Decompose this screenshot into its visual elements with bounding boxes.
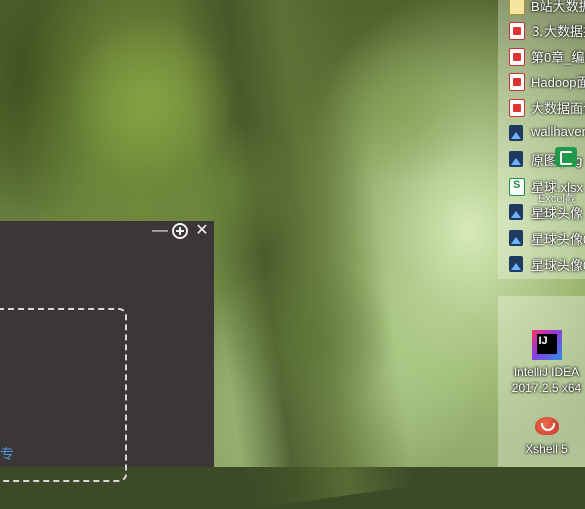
file-item[interactable]: 星球头像0 <box>509 227 585 249</box>
image-icon <box>509 125 523 141</box>
pdf-icon <box>509 99 525 117</box>
shortcut-label: 2017.2.5 x64 <box>511 381 582 395</box>
image-icon <box>509 230 523 246</box>
file-label: 第0章_编程 <box>531 50 585 65</box>
upload-link[interactable]: 专 <box>0 444 14 464</box>
file-item[interactable]: Hadoop面 <box>509 70 585 92</box>
image-icon <box>509 256 523 272</box>
file-label: 大数据面试 <box>531 101 585 116</box>
generic-file-icon <box>509 0 525 15</box>
file-item[interactable]: 星球头像0 <box>509 253 585 275</box>
image-icon <box>509 151 523 167</box>
xshell-icon <box>532 413 562 439</box>
image-icon <box>509 204 523 220</box>
file-label: ⒊大数据技 <box>531 24 585 39</box>
shortcut-label: Xshell 5 <box>525 442 568 456</box>
pdf-icon <box>509 22 525 40</box>
upload-dropzone[interactable] <box>0 308 127 482</box>
file-label: 星球头像 <box>531 206 584 221</box>
intellij-icon <box>531 330 562 360</box>
share-badge-icon[interactable] <box>555 147 577 167</box>
wallpaper-foliage <box>230 250 390 430</box>
file-item[interactable]: 星球头像 <box>509 201 585 223</box>
wallpaper-foliage <box>320 40 480 180</box>
add-button[interactable] <box>171 222 189 240</box>
file-item[interactable]: wallhaven <box>509 122 585 144</box>
file-item[interactable]: 大数据面试 <box>509 96 585 118</box>
file-item[interactable]: B站大数据 <box>509 0 585 16</box>
file-item[interactable]: ⒊大数据技 <box>509 19 585 41</box>
close-button[interactable]: ✕ <box>193 222 211 240</box>
plus-circle-icon <box>172 223 188 239</box>
intellij-idea-shortcut[interactable]: IntelliJ IDEA 2017.2.5 x64 <box>508 330 585 396</box>
excel-icon <box>509 178 525 196</box>
file-label: 星球头像0 <box>531 232 585 247</box>
xshell-shortcut[interactable]: Xshell 5 <box>508 413 585 457</box>
file-label: Hadoop面 <box>531 75 585 90</box>
file-label: wallhaven <box>531 124 585 139</box>
file-label: 星球头像0 <box>531 258 585 273</box>
pdf-icon <box>509 48 525 66</box>
minimize-button[interactable]: — <box>151 222 169 240</box>
file-item[interactable]: 第0章_编程 <box>509 45 585 67</box>
file-label: B站大数据 <box>531 0 585 14</box>
shortcut-label: IntelliJ IDEA <box>513 365 580 379</box>
pdf-icon <box>509 73 525 91</box>
